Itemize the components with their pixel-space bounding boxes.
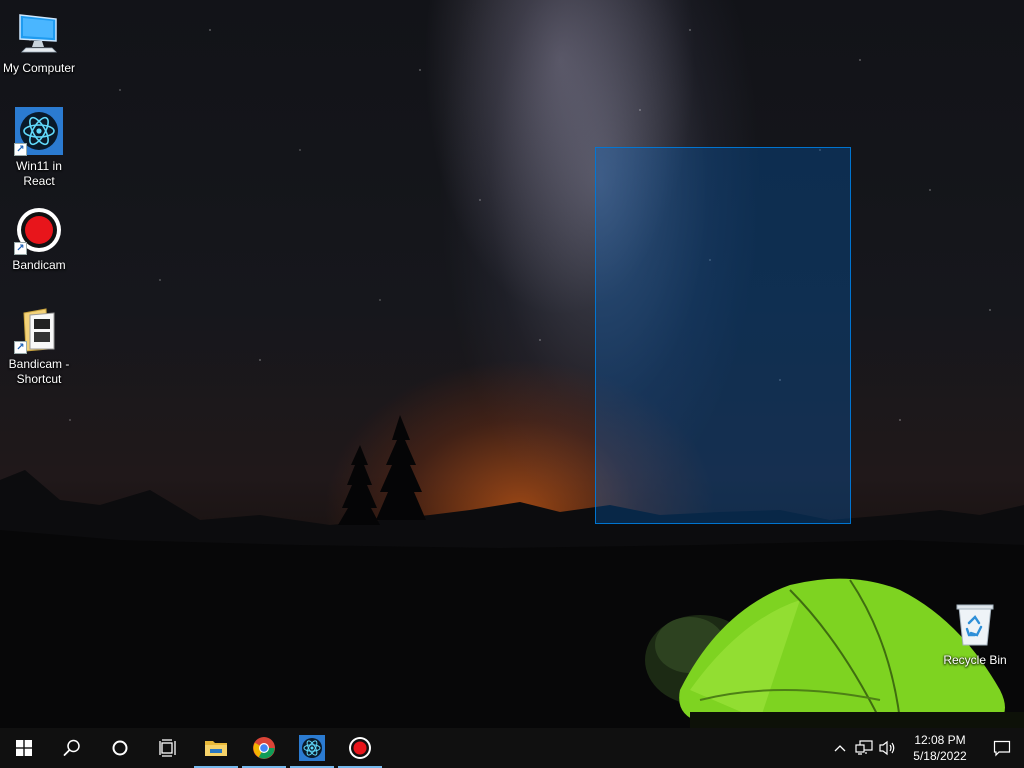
search-icon <box>63 739 80 756</box>
desktop-icon-my-computer[interactable]: My Computer <box>0 8 78 76</box>
taskbar-win11-react[interactable] <box>288 728 336 768</box>
shortcut-arrow-icon: ↗ <box>14 341 27 354</box>
react-atom-icon: ↗ <box>14 106 64 156</box>
chrome-icon <box>253 737 275 759</box>
desktop-icon-label: Bandicam - Shortcut <box>8 357 70 386</box>
desktop-icon-bandicam-shortcut[interactable]: ↗ Bandicam - Shortcut <box>0 304 78 387</box>
landscape-silhouette <box>0 415 1024 768</box>
desktop-icon-bandicam[interactable]: ↗ Bandicam <box>0 205 78 273</box>
drag-selection-rectangle <box>595 147 851 524</box>
task-view-button[interactable] <box>144 728 192 768</box>
clock-button[interactable]: 12:08 PM 5/18/2022 <box>900 732 980 764</box>
network-button[interactable] <box>852 728 876 768</box>
taskbar: 12:08 PM 5/18/2022 <box>0 728 1024 768</box>
taskbar-chrome[interactable] <box>240 728 288 768</box>
start-button[interactable] <box>0 728 48 768</box>
desktop-icon-recycle-bin[interactable]: Recycle Bin <box>936 600 1014 668</box>
desktop-icon-label: Win11 in React <box>16 159 62 188</box>
desktop-icon-label: Bandicam <box>12 258 66 272</box>
computer-icon <box>14 8 64 58</box>
volume-button[interactable] <box>876 728 900 768</box>
folder-file-icon: ↗ <box>14 304 64 354</box>
bandicam-record-icon <box>349 737 371 759</box>
chevron-up-icon <box>834 745 846 752</box>
windows-logo-icon <box>16 740 32 756</box>
show-hidden-icons-button[interactable] <box>828 728 852 768</box>
taskbar-file-explorer[interactable] <box>192 728 240 768</box>
action-center-button[interactable] <box>980 728 1024 768</box>
taskbar-bandicam[interactable] <box>336 728 384 768</box>
action-center-icon <box>993 740 1011 757</box>
cortana-circle-icon <box>112 740 128 756</box>
desktop-icon-label: Recycle Bin <box>943 653 1007 667</box>
desktop-icon-win11-in-react[interactable]: ↗ Win11 in React <box>0 106 78 189</box>
react-atom-icon <box>299 735 325 761</box>
cortana-button[interactable] <box>96 728 144 768</box>
search-button[interactable] <box>48 728 96 768</box>
system-tray: 12:08 PM 5/18/2022 <box>828 728 1024 768</box>
clock-date: 5/18/2022 <box>913 749 967 763</box>
clock-time: 12:08 PM <box>914 733 966 747</box>
task-view-icon <box>159 739 176 757</box>
shortcut-arrow-icon: ↗ <box>14 242 27 255</box>
volume-icon <box>879 740 895 756</box>
folder-icon <box>205 741 227 756</box>
desktop-icon-label: My Computer <box>2 61 76 75</box>
recycle-bin-icon <box>950 600 1000 650</box>
shortcut-arrow-icon: ↗ <box>14 143 27 156</box>
desktop-wallpaper <box>0 0 1024 768</box>
bandicam-record-icon: ↗ <box>14 205 64 255</box>
network-icon <box>855 740 873 755</box>
